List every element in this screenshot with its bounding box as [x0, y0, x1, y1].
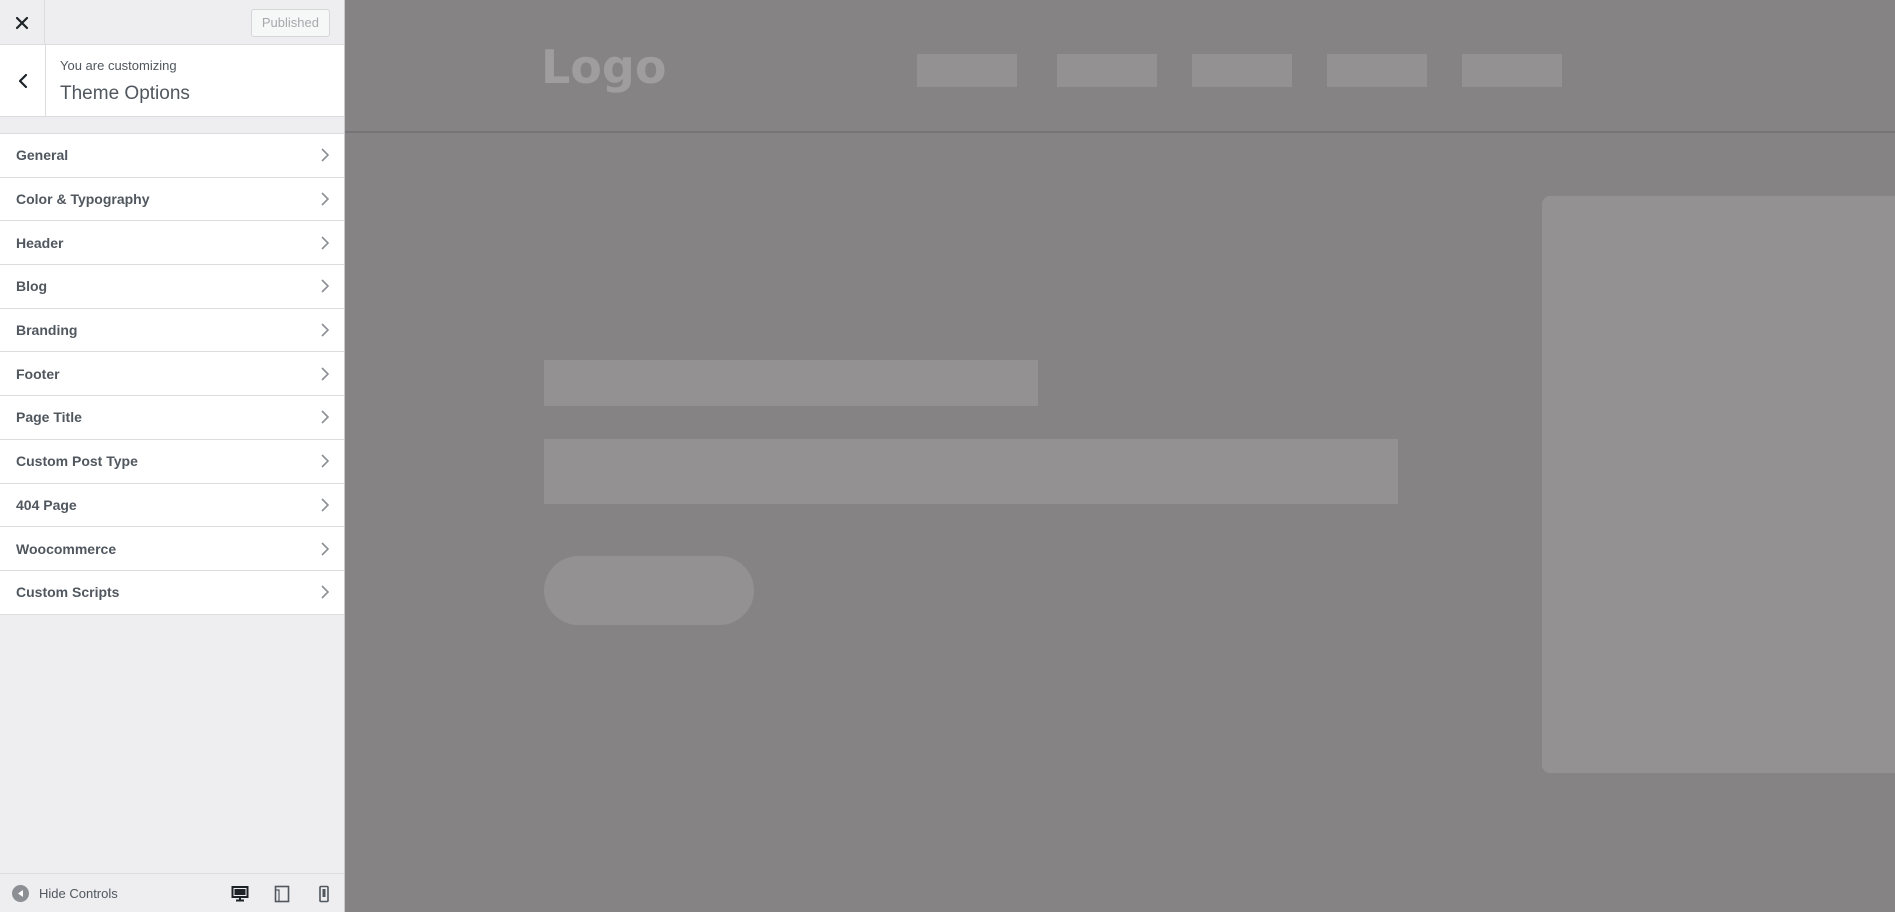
section-header: You are customizing Theme Options [0, 45, 344, 117]
back-button[interactable] [0, 45, 46, 116]
text-placeholder [544, 439, 1398, 504]
desktop-icon[interactable] [231, 885, 249, 903]
chevron-right-icon [321, 541, 330, 556]
chevron-right-icon [321, 279, 330, 293]
close-customizer-button[interactable] [0, 0, 45, 45]
panel-general[interactable]: General [0, 134, 344, 178]
panel-custom-scripts[interactable]: Custom Scripts [0, 570, 344, 615]
preview-logo: Logo [541, 40, 667, 94]
nav-placeholder [917, 54, 1017, 87]
close-icon [15, 16, 29, 29]
panel-woocommerce[interactable]: Woocommerce [0, 527, 344, 571]
panel-header[interactable]: Header [0, 221, 344, 266]
panel-branding[interactable]: Branding [0, 308, 344, 353]
panel-page-title[interactable]: Page Title [0, 396, 344, 440]
mobile-icon[interactable] [315, 885, 333, 903]
heading-placeholder [544, 360, 1038, 406]
panel-footer[interactable]: Footer [0, 352, 344, 397]
chevron-right-icon [321, 410, 330, 425]
nav-placeholder [1192, 54, 1292, 87]
panel-label: Page Title [16, 409, 82, 426]
section-title: Theme Options [60, 83, 190, 104]
panel-label: Header [16, 234, 64, 251]
chevron-right-icon [321, 454, 330, 468]
panel-list: General Color & Typography Header Blog B… [0, 133, 344, 615]
customizer-topbar: Published [0, 0, 344, 45]
chevron-left-icon [18, 73, 27, 88]
nav-placeholder [1057, 54, 1157, 87]
image-placeholder [1542, 196, 1895, 773]
chevron-right-icon [321, 192, 330, 206]
hide-controls-button[interactable]: Hide Controls [12, 874, 118, 912]
panel-label: Custom Post Type [16, 453, 138, 470]
chevron-right-icon [321, 585, 330, 599]
panel-404-page[interactable]: 404 Page [0, 483, 344, 528]
panel-label: Branding [16, 322, 78, 339]
customizing-label: You are customizing [60, 58, 177, 73]
chevron-right-icon [321, 236, 330, 250]
preview-header: Logo [345, 0, 1895, 133]
hide-controls-label: Hide Controls [39, 886, 118, 901]
customizer-footer: Hide Controls [0, 873, 344, 912]
tablet-icon[interactable] [273, 885, 291, 903]
panel-custom-post-type[interactable]: Custom Post Type [0, 439, 344, 484]
panel-label: Woocommerce [16, 540, 117, 557]
publish-button[interactable]: Published [250, 9, 330, 37]
nav-placeholder [1327, 54, 1427, 87]
panel-blog[interactable]: Blog [0, 265, 344, 309]
chevron-right-icon [321, 367, 330, 381]
panel-color-typography[interactable]: Color & Typography [0, 177, 344, 222]
panel-label: Custom Scripts [16, 584, 120, 601]
panel-label: Footer [16, 365, 60, 382]
panel-label: Blog [16, 278, 48, 295]
chevron-right-icon [321, 498, 330, 512]
collapse-icon [12, 885, 29, 902]
chevron-right-icon [321, 148, 330, 162]
panel-label: 404 Page [16, 496, 77, 513]
customizer-sidebar: Published You are customizing Theme Opti… [0, 0, 345, 912]
site-preview: Logo [345, 0, 1895, 912]
button-placeholder [544, 556, 754, 625]
nav-placeholder [1462, 54, 1562, 87]
panel-label: General [16, 147, 69, 164]
chevron-right-icon [321, 323, 330, 337]
panel-label: Color & Typography [16, 191, 150, 208]
